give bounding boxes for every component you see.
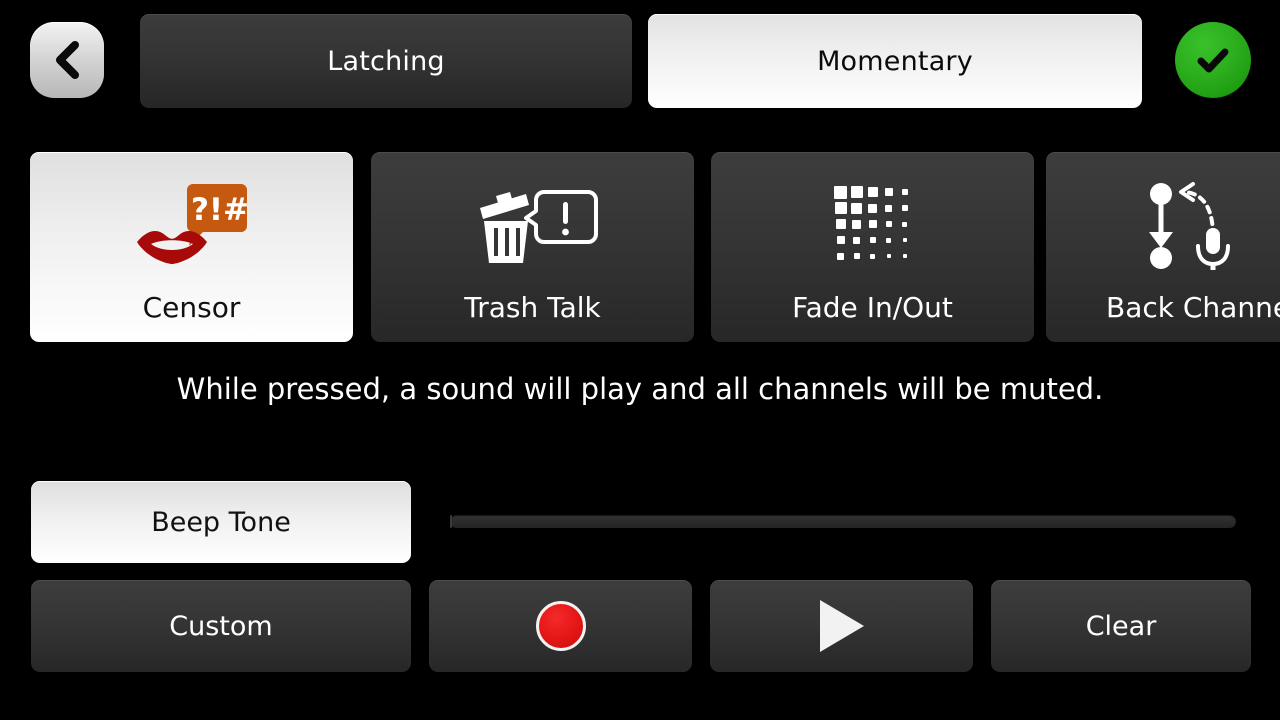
tile-back-channel[interactable]: Back Channel (1046, 152, 1280, 342)
back-channel-mic-icon (1046, 178, 1280, 270)
effect-tile-row: ?!# Censor Trash Talk Fade In/Out Back C… (0, 152, 1280, 342)
sound-preset-label: Beep Tone (151, 506, 291, 538)
transport-row: Custom Clear (0, 580, 1280, 672)
clear-button[interactable]: Clear (991, 580, 1251, 672)
volume-slider-fill (450, 515, 452, 528)
check-icon (1192, 39, 1234, 81)
custom-button-label: Custom (169, 610, 273, 642)
header-bar: Latching Momentary (0, 0, 1280, 120)
tile-fade-in-out[interactable]: Fade In/Out (711, 152, 1034, 342)
back-button[interactable] (30, 22, 104, 98)
record-button[interactable] (429, 580, 692, 672)
tile-back-channel-label: Back Channel (1106, 291, 1280, 324)
tile-trash-talk-label: Trash Talk (464, 291, 601, 324)
tile-fade-in-out-label: Fade In/Out (792, 291, 953, 324)
record-icon (535, 601, 586, 651)
play-icon (819, 600, 864, 652)
volume-slider[interactable] (450, 515, 1236, 528)
tile-censor[interactable]: ?!# Censor (30, 152, 353, 342)
clear-button-label: Clear (1085, 610, 1157, 642)
tab-latching[interactable]: Latching (140, 14, 632, 108)
tile-trash-talk[interactable]: Trash Talk (371, 152, 694, 342)
effects-screen: Latching Momentary ?!# Censor Trash Talk… (0, 0, 1280, 720)
tile-censor-label: Censor (142, 291, 241, 324)
preset-row: Beep Tone (0, 481, 1280, 563)
tab-latching-label: Latching (327, 45, 445, 77)
tab-momentary-label: Momentary (817, 45, 973, 77)
fade-grid (834, 185, 912, 263)
custom-button[interactable]: Custom (31, 580, 411, 672)
effect-description: While pressed, a sound will play and all… (176, 372, 1104, 406)
trash-can-speech-bubble-icon (371, 178, 694, 270)
chevron-left-icon (49, 40, 85, 80)
lips-censor-bubble-icon: ?!# (30, 178, 353, 270)
play-button[interactable] (710, 580, 973, 672)
tab-momentary[interactable]: Momentary (648, 14, 1142, 108)
sound-preset-button[interactable]: Beep Tone (31, 481, 411, 563)
confirm-button[interactable] (1175, 22, 1251, 98)
fade-grid-icon (711, 178, 1034, 270)
svg-text:?!#: ?!# (190, 192, 248, 228)
